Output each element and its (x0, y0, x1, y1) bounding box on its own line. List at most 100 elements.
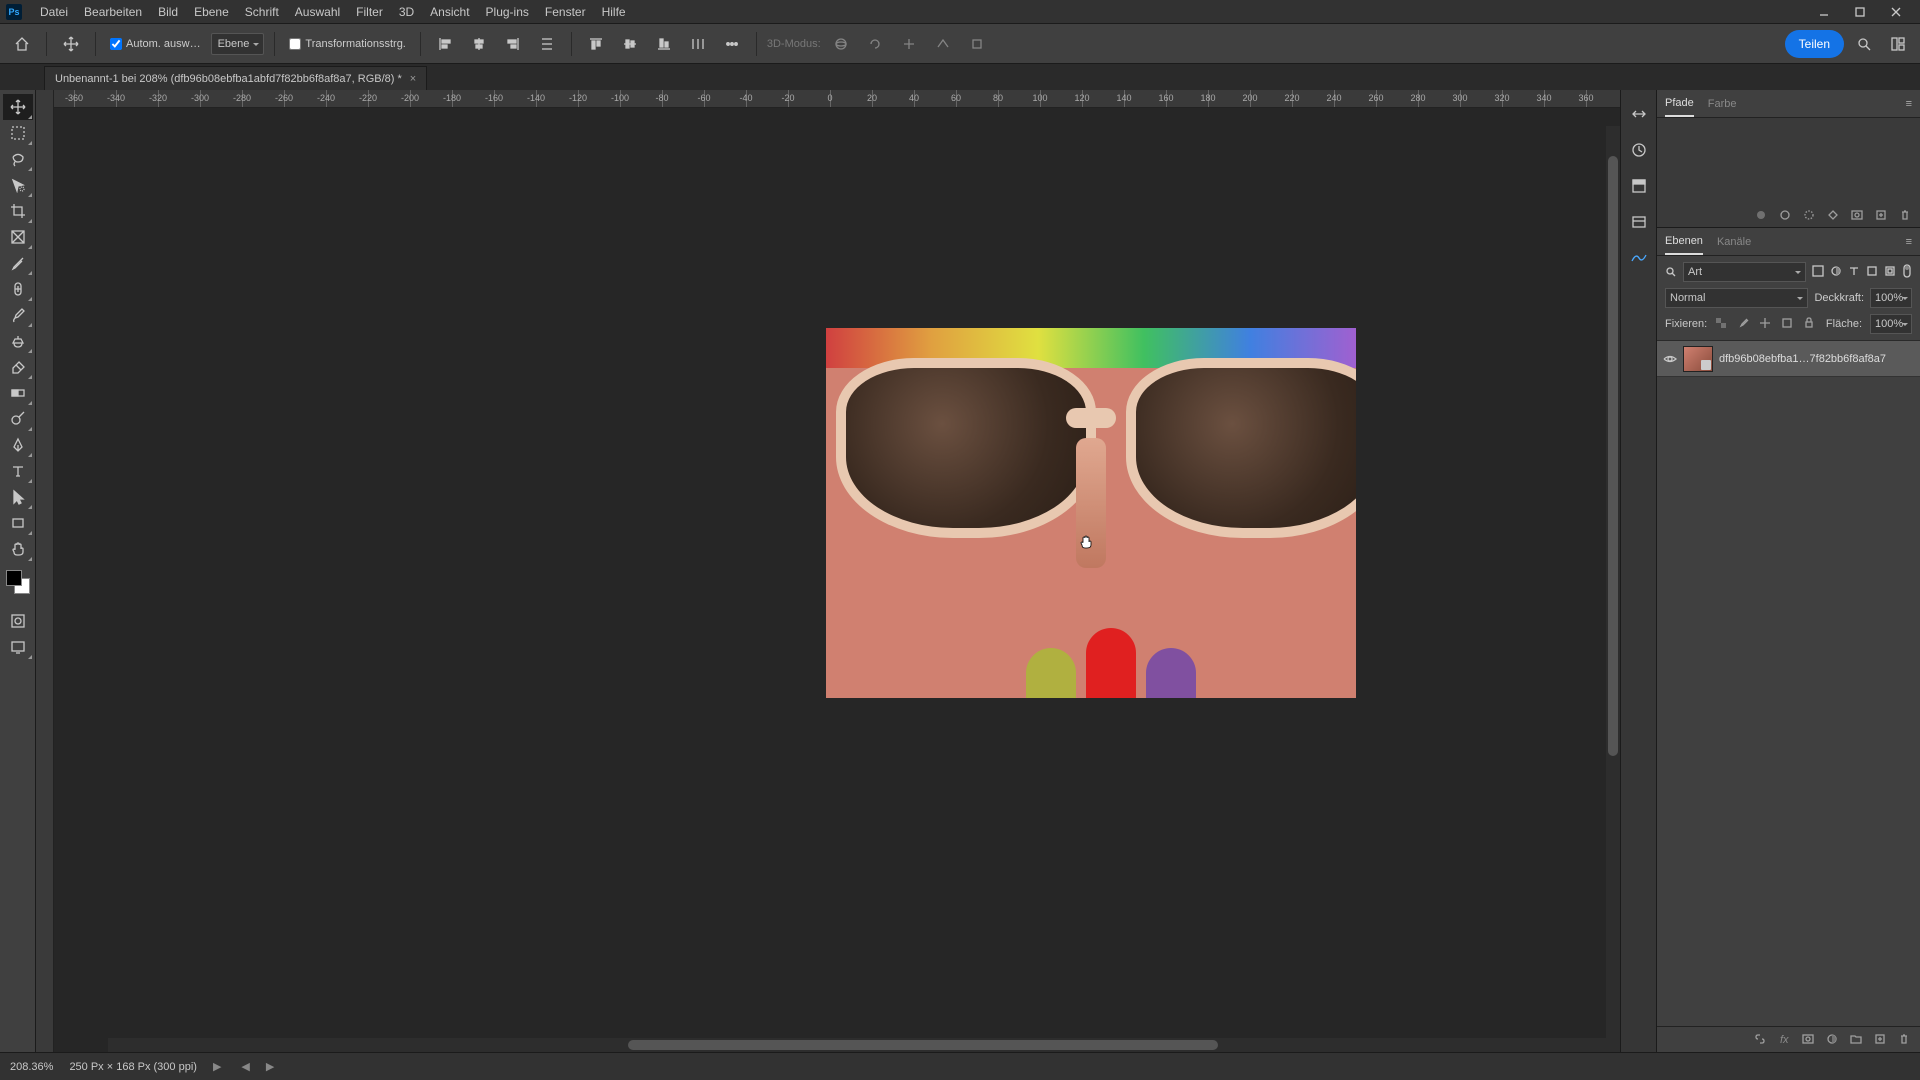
load-path-selection-icon[interactable] (1802, 208, 1816, 222)
eraser-tool[interactable] (3, 354, 33, 380)
document-image[interactable] (826, 328, 1356, 698)
close-button[interactable] (1878, 0, 1914, 24)
rectangle-tool[interactable] (3, 510, 33, 536)
history-panel-icon[interactable] (1625, 136, 1653, 164)
tab-pfade[interactable]: Pfade (1665, 91, 1694, 117)
auto-select-checkbox[interactable]: Autom. ausw… (106, 38, 205, 50)
gradient-tool[interactable] (3, 380, 33, 406)
status-arrow-icon[interactable]: ▶ (213, 1060, 221, 1073)
align-vertical-centers[interactable] (616, 30, 644, 58)
quick-select-tool[interactable] (3, 172, 33, 198)
fill-input[interactable]: 100% (1870, 314, 1912, 334)
fill-path-icon[interactable] (1754, 208, 1768, 222)
menu-3d[interactable]: 3D (391, 0, 422, 24)
lock-transparency-icon[interactable] (1715, 317, 1729, 331)
status-nav-right-icon[interactable]: ▶ (266, 1060, 274, 1073)
align-bottom-edges[interactable] (650, 30, 678, 58)
menu-ansicht[interactable]: Ansicht (422, 0, 477, 24)
menu-bearbeiten[interactable]: Bearbeiten (76, 0, 150, 24)
search-icon[interactable] (1850, 30, 1878, 58)
filter-shape-icon[interactable] (1866, 265, 1878, 280)
collapse-arrow-icon[interactable] (1625, 100, 1653, 128)
new-path-icon[interactable] (1874, 208, 1888, 222)
home-button[interactable] (8, 30, 36, 58)
move-tool[interactable] (3, 94, 33, 120)
tab-kanaele[interactable]: Kanäle (1717, 230, 1751, 254)
menu-hilfe[interactable]: Hilfe (594, 0, 634, 24)
hand-tool[interactable] (3, 536, 33, 562)
menu-ebene[interactable]: Ebene (186, 0, 237, 24)
lock-artboard-icon[interactable] (1781, 317, 1795, 331)
visibility-toggle-icon[interactable] (1663, 352, 1677, 366)
filter-smart-icon[interactable] (1884, 265, 1896, 280)
auto-select-target[interactable]: Ebene (211, 33, 265, 55)
pen-tool[interactable] (3, 432, 33, 458)
lock-position-icon[interactable] (1759, 317, 1773, 331)
more-align-options[interactable] (718, 30, 746, 58)
filter-type-icon[interactable] (1848, 265, 1860, 280)
3d-roll-icon[interactable] (861, 30, 889, 58)
distribute-horizontal[interactable] (533, 30, 561, 58)
layer-mask-icon[interactable] (1802, 1033, 1816, 1047)
menu-schrift[interactable]: Schrift (237, 0, 287, 24)
menu-auswahl[interactable]: Auswahl (287, 0, 348, 24)
libraries-panel-icon[interactable] (1625, 208, 1653, 236)
layer-filter-type[interactable]: Art (1683, 262, 1806, 282)
menu-bild[interactable]: Bild (150, 0, 186, 24)
transform-controls-checkbox[interactable]: Transformationsstrg. (285, 38, 409, 50)
minimize-button[interactable] (1806, 0, 1842, 24)
dodge-tool[interactable] (3, 406, 33, 432)
layer-group-icon[interactable] (1850, 1033, 1864, 1047)
add-mask-icon[interactable] (1850, 208, 1864, 222)
align-right-edges[interactable] (499, 30, 527, 58)
distribute-vertical[interactable] (684, 30, 712, 58)
lock-all-icon[interactable] (1803, 317, 1817, 331)
filter-pixel-icon[interactable] (1812, 265, 1824, 280)
stroke-path-icon[interactable] (1778, 208, 1792, 222)
layer-name[interactable]: dfb96b08ebfba1…7f82bb6f8af8a7 (1719, 353, 1914, 365)
menu-datei[interactable]: Datei (32, 0, 76, 24)
panel-menu-icon[interactable]: ≡ (1906, 98, 1912, 110)
lock-pixels-icon[interactable] (1737, 317, 1751, 331)
3d-slide-icon[interactable] (929, 30, 957, 58)
frame-tool[interactable] (3, 224, 33, 250)
link-layers-icon[interactable] (1754, 1033, 1768, 1047)
layer-style-icon[interactable]: fx (1778, 1033, 1792, 1047)
lasso-tool[interactable] (3, 146, 33, 172)
filter-adjust-icon[interactable] (1830, 265, 1842, 280)
maximize-button[interactable] (1842, 0, 1878, 24)
vertical-ruler[interactable] (36, 90, 54, 1052)
healing-brush-tool[interactable] (3, 276, 33, 302)
canvas-area[interactable]: -360-340-320-300-280-260-240-220-200-180… (54, 90, 1620, 1052)
share-button[interactable]: Teilen (1785, 30, 1844, 58)
menu-plugins[interactable]: Plug-ins (478, 0, 537, 24)
clone-stamp-tool[interactable] (3, 328, 33, 354)
foreground-color-swatch[interactable] (6, 570, 22, 586)
tab-farbe[interactable]: Farbe (1708, 92, 1737, 116)
filter-toggle-icon[interactable] (1902, 264, 1912, 281)
crop-tool[interactable] (3, 198, 33, 224)
3d-orbit-icon[interactable] (827, 30, 855, 58)
menu-fenster[interactable]: Fenster (537, 0, 594, 24)
menu-filter[interactable]: Filter (348, 0, 391, 24)
marquee-tool[interactable] (3, 120, 33, 146)
path-select-tool[interactable] (3, 484, 33, 510)
3d-scale-icon[interactable] (963, 30, 991, 58)
delete-path-icon[interactable] (1898, 208, 1912, 222)
eyedropper-tool[interactable] (3, 250, 33, 276)
align-top-edges[interactable] (582, 30, 610, 58)
blend-mode-select[interactable]: Normal (1665, 288, 1808, 308)
vertical-scrollbar[interactable] (1606, 126, 1620, 1038)
close-tab-icon[interactable]: × (410, 73, 416, 85)
properties-panel-icon[interactable] (1625, 172, 1653, 200)
adjustment-layer-icon[interactable] (1826, 1033, 1840, 1047)
layers-panel-menu-icon[interactable]: ≡ (1906, 236, 1912, 248)
doc-dimensions[interactable]: 250 Px × 168 Px (300 ppi) (69, 1061, 197, 1073)
status-nav-left-icon[interactable]: ◀ (241, 1060, 249, 1073)
align-horizontal-centers[interactable] (465, 30, 493, 58)
adjustments-panel-icon[interactable] (1625, 244, 1653, 272)
align-left-edges[interactable] (431, 30, 459, 58)
color-swatches[interactable] (4, 568, 32, 596)
horizontal-scrollbar[interactable] (108, 1038, 1620, 1052)
layer-thumbnail[interactable] (1683, 346, 1713, 372)
